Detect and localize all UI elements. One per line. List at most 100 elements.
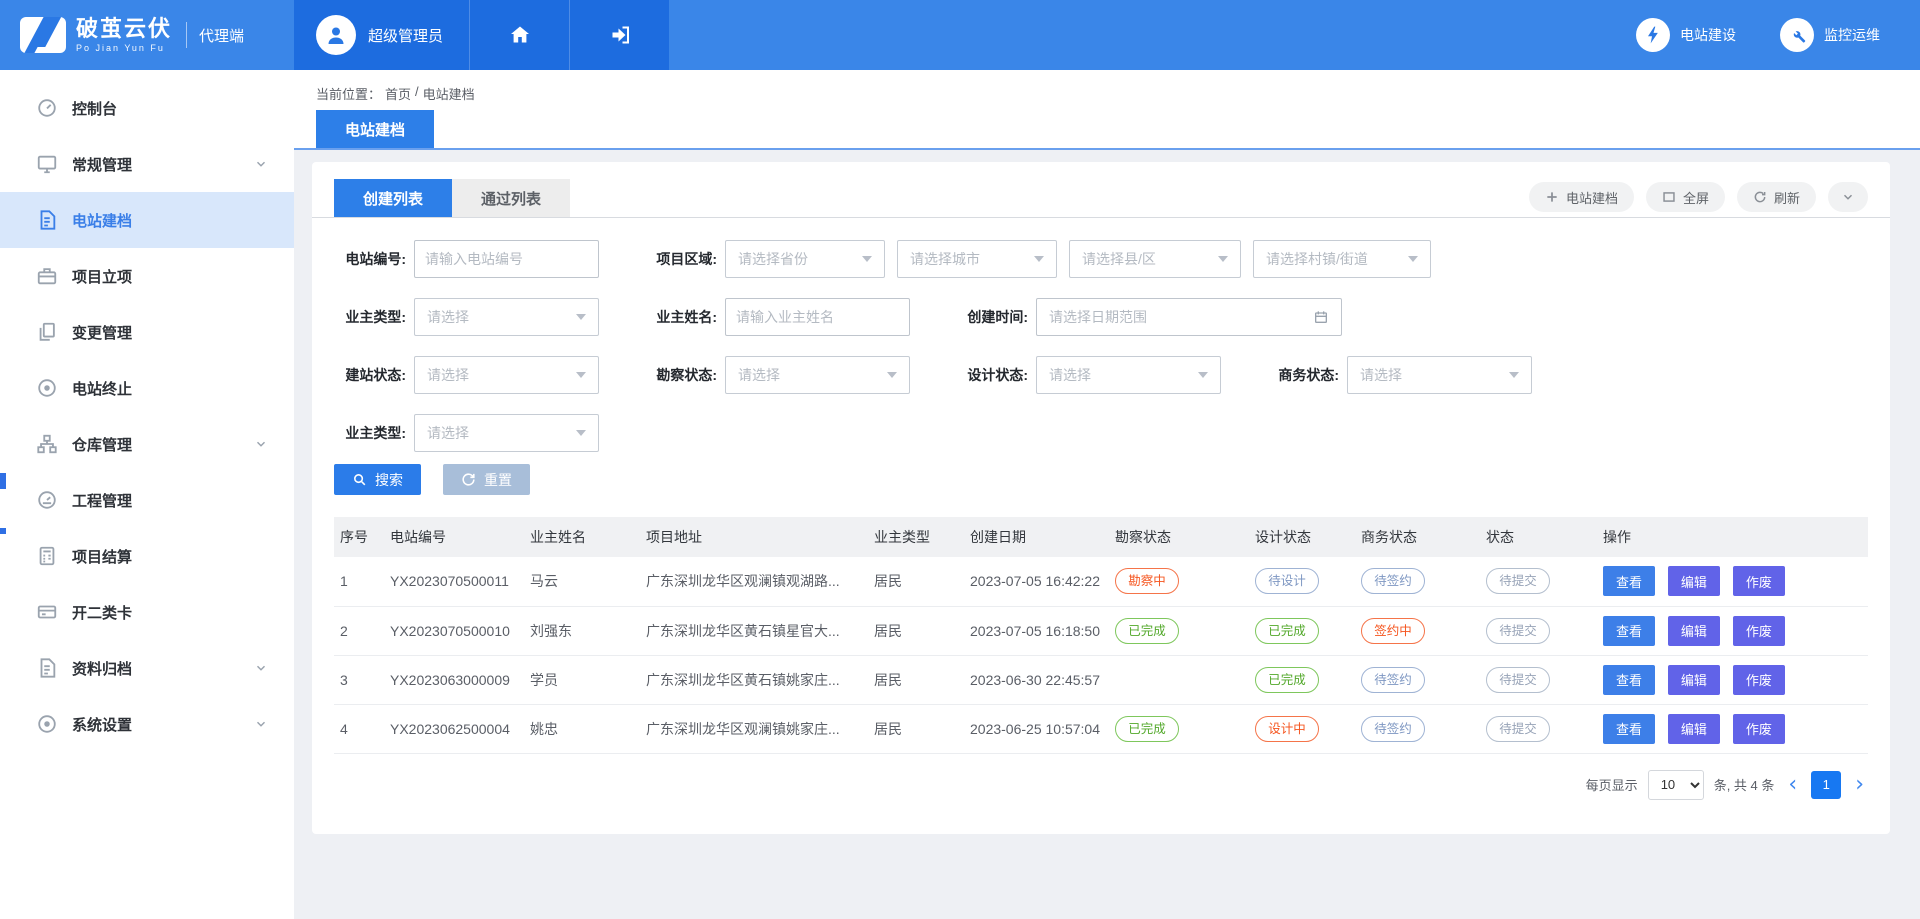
user-menu[interactable]: 超级管理员 <box>294 0 469 70</box>
table-row: 3 YX2023063000009 学员 广东深圳龙华区黄石镇姚家庄... 居民… <box>334 655 1868 704</box>
brand-title: 破茧云伏 <box>76 17 172 41</box>
nav-monitor-ops[interactable]: 监控运维 <box>1780 18 1880 52</box>
prev-page-button[interactable]: ‹ <box>1784 774 1801 796</box>
void-button[interactable]: 作废 <box>1733 566 1785 596</box>
caret-down-icon <box>576 372 586 378</box>
briefcase-icon <box>36 265 58 287</box>
sidebar-item-project-settlement[interactable]: 项目结算 <box>0 528 294 584</box>
tab-passed-list[interactable]: 通过列表 <box>452 179 570 217</box>
owner-name-input[interactable] <box>725 298 910 336</box>
date-range-input[interactable]: 请选择日期范围 <box>1036 298 1342 336</box>
build-status-select[interactable]: 请选择 <box>414 356 599 394</box>
filter-label-create-time: 创建时间: <box>956 307 1028 327</box>
refresh-button[interactable]: 刷新 <box>1737 182 1816 212</box>
sidebar-item-station-terminate[interactable]: 电站终止 <box>0 360 294 416</box>
caret-down-icon <box>862 256 872 262</box>
plus-icon <box>1545 190 1559 204</box>
status-badge: 待提交 <box>1486 618 1550 644</box>
sidebar-item-general-mgmt[interactable]: 常规管理 <box>0 136 294 192</box>
home-button[interactable] <box>469 0 569 70</box>
edit-button[interactable]: 编辑 <box>1668 714 1720 744</box>
sidebar-item-warehouse-mgmt[interactable]: 仓库管理 <box>0 416 294 472</box>
portal-label: 代理端 <box>199 25 244 46</box>
owner-type2-select[interactable]: 请选择 <box>414 414 599 452</box>
dashboard-icon <box>36 97 58 119</box>
reset-button[interactable]: 重置 <box>443 464 530 495</box>
main-area: 当前位置： 首页 / 电站建档 电站建档 创建列表 通过列表 电站建档 <box>294 70 1920 919</box>
caret-down-icon <box>576 430 586 436</box>
business-status-select[interactable]: 请选择 <box>1347 356 1532 394</box>
content-card: 创建列表 通过列表 电站建档 全屏 刷新 <box>312 162 1890 834</box>
survey-status-select[interactable]: 请选择 <box>725 356 910 394</box>
breadcrumb: 当前位置： 首页 / 电站建档 <box>316 84 1920 103</box>
view-button[interactable]: 查看 <box>1603 665 1655 695</box>
breadcrumb-label: 当前位置： <box>316 84 381 103</box>
target-icon <box>36 377 58 399</box>
breadcrumb-home[interactable]: 首页 <box>385 84 411 103</box>
logout-icon <box>608 23 632 47</box>
edit-button[interactable]: 编辑 <box>1668 616 1720 646</box>
collapse-button[interactable] <box>1828 182 1868 212</box>
sidebar-item-data-archive[interactable]: 资料归档 <box>0 640 294 696</box>
view-button[interactable]: 查看 <box>1603 714 1655 744</box>
owner-type-select[interactable]: 请选择 <box>414 298 599 336</box>
gauge-icon <box>36 489 58 511</box>
sidebar-item-change-mgmt[interactable]: 变更管理 <box>0 304 294 360</box>
list-tabs-row: 创建列表 通过列表 电站建档 全屏 刷新 <box>312 162 1890 218</box>
sidebar-item-engineering-mgmt[interactable]: 工程管理 <box>0 472 294 528</box>
sidebar-item-system-settings[interactable]: 系统设置 <box>0 696 294 752</box>
next-page-button[interactable]: › <box>1851 774 1868 796</box>
page-size-select[interactable]: 10 <box>1648 770 1704 800</box>
sidebar-item-class2-card[interactable]: 开二类卡 <box>0 584 294 640</box>
document-icon <box>36 209 58 231</box>
survey-status-badge: 已完成 <box>1115 716 1179 742</box>
sidebar-scrollbar <box>0 528 6 534</box>
sidebar-item-console[interactable]: 控制台 <box>0 80 294 136</box>
search-button[interactable]: 搜索 <box>334 464 421 495</box>
sitemap-icon <box>36 433 58 455</box>
station-no-input[interactable] <box>414 240 599 278</box>
business-status-badge: 签约中 <box>1361 618 1425 644</box>
brand-divider <box>186 22 187 48</box>
void-button[interactable]: 作废 <box>1733 616 1785 646</box>
sidebar-item-station-archive[interactable]: 电站建档 <box>0 192 294 248</box>
filter-label-region: 项目区域: <box>645 249 717 269</box>
void-button[interactable]: 作废 <box>1733 714 1785 744</box>
nav-station-build[interactable]: 电站建设 <box>1636 18 1736 52</box>
caret-down-icon <box>576 314 586 320</box>
county-select[interactable]: 请选择县/区 <box>1069 240 1241 278</box>
status-badge: 待提交 <box>1486 568 1550 594</box>
sidebar-item-project-initiation[interactable]: 项目立项 <box>0 248 294 304</box>
table-header-row: 序号 电站编号 业主姓名 项目地址 业主类型 创建日期 勘察状态 设计状态 商务… <box>334 517 1868 557</box>
logout-button[interactable] <box>569 0 669 70</box>
sidebar: 控制台 常规管理 电站建档 项目立项 变更管理 电站终止 仓库管理 <box>0 70 294 919</box>
card-icon <box>36 601 58 623</box>
survey-status-badge: 已完成 <box>1115 618 1179 644</box>
edit-button[interactable]: 编辑 <box>1668 566 1720 596</box>
breadcrumb-separator: / <box>415 84 419 103</box>
calculator-icon <box>36 545 58 567</box>
province-select[interactable]: 请选择省份 <box>725 240 885 278</box>
view-button[interactable]: 查看 <box>1603 616 1655 646</box>
caret-down-icon <box>887 372 897 378</box>
fullscreen-button[interactable]: 全屏 <box>1646 182 1725 212</box>
create-station-button[interactable]: 电站建档 <box>1529 182 1634 212</box>
town-select[interactable]: 请选择村镇/街道 <box>1253 240 1431 278</box>
filter-label-owner-name: 业主姓名: <box>645 307 717 327</box>
design-status-select[interactable]: 请选择 <box>1036 356 1221 394</box>
tab-create-list[interactable]: 创建列表 <box>334 179 452 217</box>
chevron-down-icon <box>254 661 268 675</box>
records-table: 序号 电站编号 业主姓名 项目地址 业主类型 创建日期 勘察状态 设计状态 商务… <box>312 495 1890 754</box>
filter-label-owner-type2: 业主类型: <box>334 423 406 443</box>
view-button[interactable]: 查看 <box>1603 566 1655 596</box>
user-name: 超级管理员 <box>368 25 443 46</box>
logo-icon <box>20 17 66 53</box>
city-select[interactable]: 请选择城市 <box>897 240 1057 278</box>
filter-form: 电站编号: 项目区域: 请选择省份 请选择城市 请选择县/区 请选择村镇/街道 <box>312 218 1890 452</box>
page-tab[interactable]: 电站建档 <box>316 110 434 148</box>
archive-icon <box>36 657 58 679</box>
edit-button[interactable]: 编辑 <box>1668 665 1720 695</box>
design-status-badge: 已完成 <box>1255 667 1319 693</box>
current-page[interactable]: 1 <box>1811 771 1841 799</box>
void-button[interactable]: 作废 <box>1733 665 1785 695</box>
